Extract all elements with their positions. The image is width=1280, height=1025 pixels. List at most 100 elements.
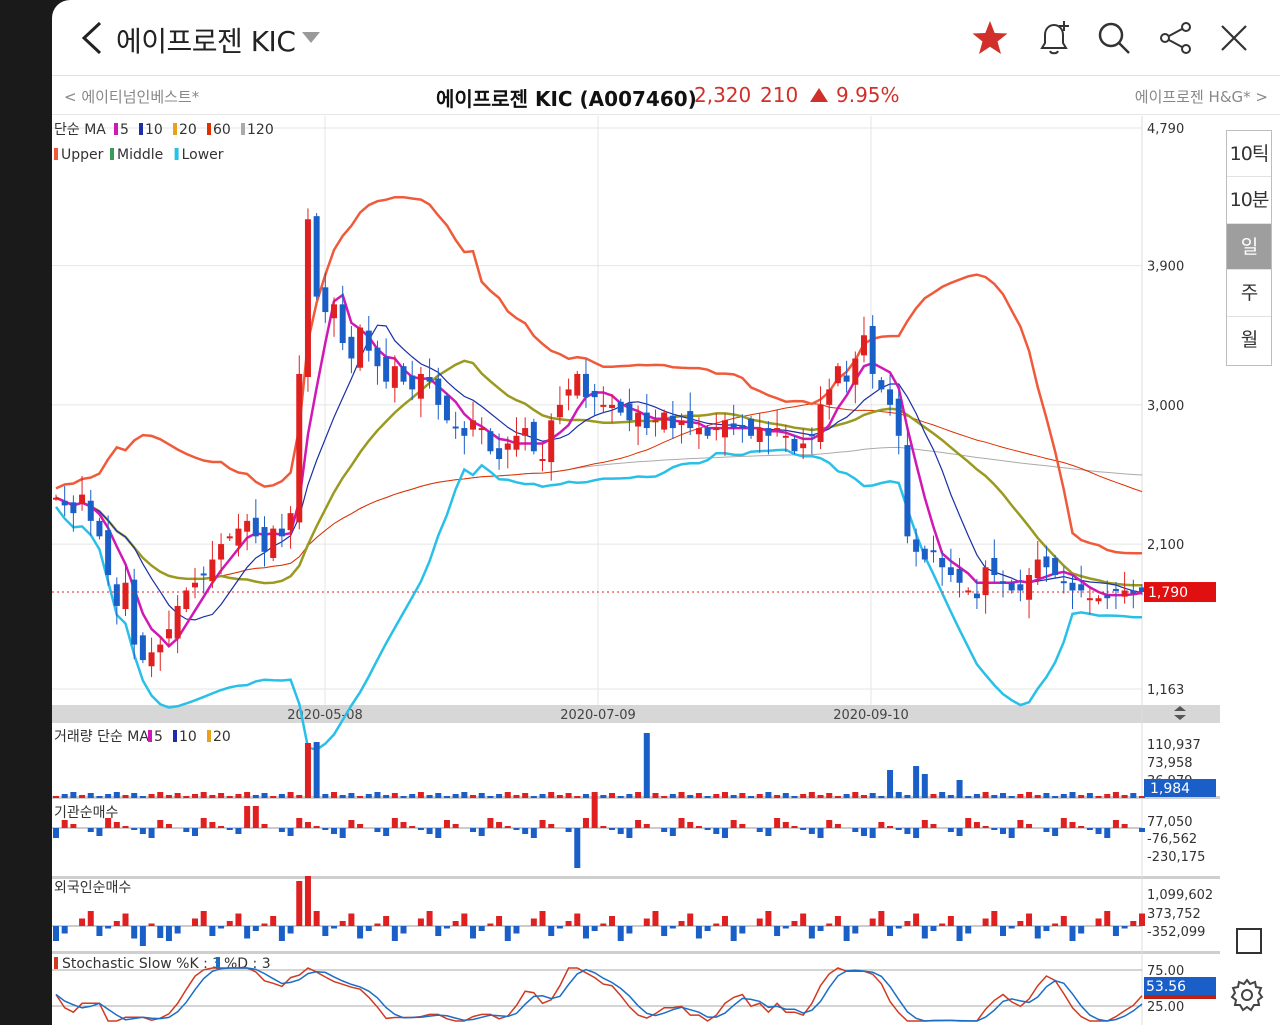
volume-bar <box>965 796 972 798</box>
candle <box>739 424 746 429</box>
volume-bar <box>1017 794 1024 798</box>
candle <box>1104 595 1111 599</box>
legend-swatch <box>139 123 143 135</box>
candle <box>235 528 242 546</box>
candle <box>96 520 103 537</box>
inst-bar <box>860 828 867 836</box>
candle <box>148 652 155 667</box>
inst-bar <box>426 828 433 834</box>
inst-bar <box>235 828 242 834</box>
candle <box>270 528 277 558</box>
volume-bar <box>704 796 711 798</box>
foreign-bar <box>730 926 737 941</box>
checkbox-icon[interactable] <box>1236 928 1262 954</box>
candle <box>895 398 902 436</box>
foreign-bar <box>991 911 998 926</box>
volume-bar <box>270 796 277 798</box>
timeframe-10min[interactable]: 10분 <box>1227 177 1271 224</box>
foreign-bar <box>834 916 841 926</box>
candle <box>374 347 381 367</box>
candle <box>1043 556 1050 568</box>
candle <box>860 335 867 356</box>
inst-bar <box>721 828 728 838</box>
foreign-bar <box>148 923 155 926</box>
inst-bar <box>539 820 546 828</box>
timeframe-day[interactable]: 일 <box>1227 223 1271 271</box>
chevron-left-icon[interactable] <box>78 20 108 56</box>
volume-bar <box>131 793 138 798</box>
volume-bar <box>1060 794 1067 798</box>
foreign-bar <box>782 926 789 929</box>
volume-bar <box>878 796 885 798</box>
foreign-bar <box>852 926 859 934</box>
inst-bar <box>582 818 589 828</box>
foreign-bar <box>765 911 772 926</box>
inst-bar <box>192 828 199 836</box>
candle <box>530 421 537 452</box>
inst-bar <box>852 828 859 832</box>
foreign-bar <box>61 926 68 934</box>
inst-bar <box>322 828 329 830</box>
search-icon[interactable] <box>1094 18 1134 58</box>
candle <box>409 375 416 390</box>
inst-bar <box>470 828 477 832</box>
volume-bar <box>374 792 381 798</box>
foreign-bar <box>513 926 520 934</box>
candle <box>539 459 546 462</box>
stoch-current-label: 53.56 <box>1146 979 1186 995</box>
candle <box>713 428 720 431</box>
timeframe-week[interactable]: 주 <box>1227 270 1271 317</box>
prev-stock-link[interactable]: < 에이티넘인베스트* <box>64 86 199 107</box>
volume-bar <box>157 792 164 798</box>
timeframe-10tick[interactable]: 10틱 <box>1227 131 1271 178</box>
volume-bar <box>339 795 346 798</box>
inst-bar <box>774 818 781 828</box>
volume-bar <box>470 795 477 798</box>
candle <box>730 423 737 429</box>
volume-bar <box>192 794 199 798</box>
close-icon[interactable] <box>1214 18 1254 58</box>
inst-bar <box>218 826 225 828</box>
candle <box>139 635 146 661</box>
foreign-bar <box>174 926 181 934</box>
timeframe-month[interactable]: 월 <box>1227 317 1271 363</box>
candle <box>79 494 86 504</box>
candle <box>774 428 781 431</box>
candle <box>496 448 503 460</box>
candle <box>339 304 346 343</box>
stoch-legend-label: Stochastic Slow %K : 3 <box>62 956 221 972</box>
inst-bar <box>878 822 885 828</box>
foreign-bar <box>348 913 355 926</box>
foreign-bar <box>565 921 572 926</box>
gear-icon[interactable] <box>1230 978 1264 1012</box>
candle <box>1008 582 1015 591</box>
chevron-down-icon[interactable] <box>302 32 320 43</box>
star-icon[interactable] <box>970 18 1010 58</box>
volume-bar <box>730 795 737 798</box>
next-stock-link[interactable]: 에이프로젠 H&G* > <box>1135 86 1268 107</box>
stock-chart[interactable]: 4,7903,9003,0002,1001,1632020-05-08 2020-… <box>52 116 1280 1025</box>
inst-bar <box>443 820 450 828</box>
volume-bar <box>200 792 207 798</box>
foreign-bar <box>79 918 86 926</box>
volume-bar <box>748 796 755 798</box>
volume-bar <box>1078 795 1085 798</box>
y-tick-label: 2,100 <box>1147 538 1184 553</box>
y-tick-label: 1,163 <box>1147 683 1184 698</box>
candle <box>1078 584 1085 591</box>
foreign-bar <box>930 926 937 931</box>
volume-bar <box>487 796 494 798</box>
volume-bar <box>409 794 416 798</box>
volume-bar <box>1086 793 1093 798</box>
candle <box>522 428 529 436</box>
add-alert-icon[interactable] <box>1034 18 1074 58</box>
candle <box>443 395 450 421</box>
share-icon[interactable] <box>1156 18 1196 58</box>
y-tick-label: 73,958 <box>1147 756 1193 771</box>
legend-swatch <box>174 148 179 160</box>
volume-bar <box>609 793 616 798</box>
volume-bar <box>661 796 668 798</box>
foreign-bar <box>487 923 494 926</box>
volume-bar <box>582 794 589 798</box>
candle <box>131 579 138 645</box>
